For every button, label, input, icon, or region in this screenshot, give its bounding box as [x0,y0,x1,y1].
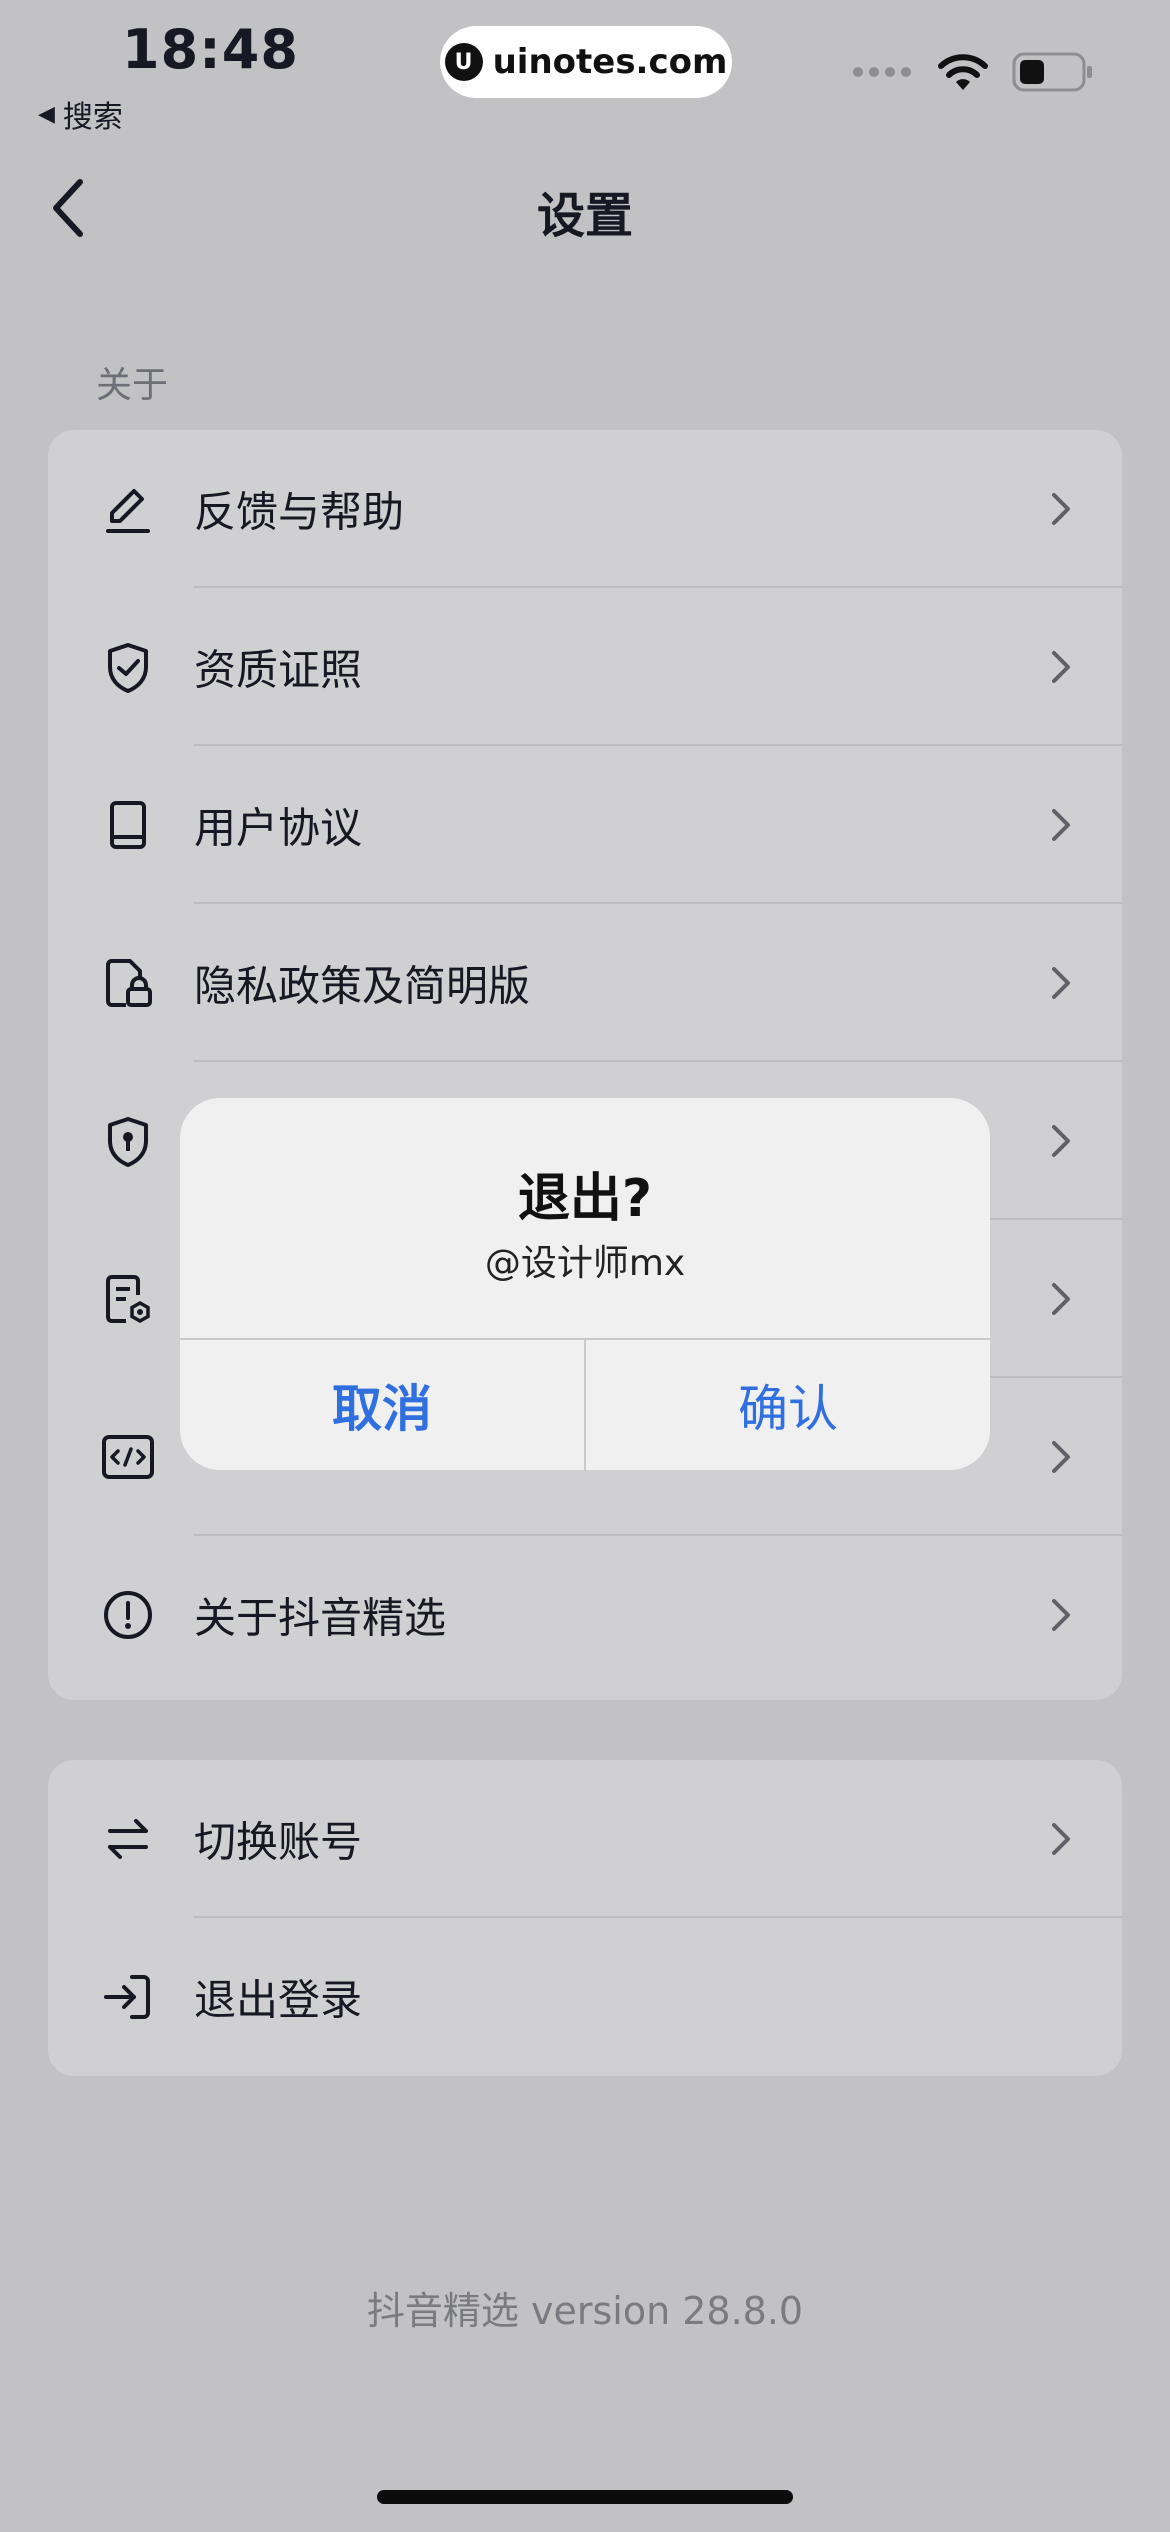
settings-item-label: 隐私政策及简明版 [194,961,531,1011]
settings-item-licenses[interactable]: 资质证照 [48,588,1122,746]
settings-item-about-app[interactable]: 关于抖音精选 [48,1536,1122,1694]
chevron-right-icon [1052,1125,1070,1157]
confirm-button[interactable]: 确认 [586,1340,990,1470]
wifi-icon [938,54,988,90]
settings-item-logout[interactable]: 退出登录 [48,1918,1122,2076]
chevron-right-icon [1052,1283,1070,1315]
shield-key-icon [108,1117,148,1167]
chevron-right-icon [1052,493,1070,525]
settings-item-feedback[interactable]: 反馈与帮助 [48,430,1122,588]
back-to-app[interactable]: ◀ 搜索 [38,92,123,136]
code-icon [102,1435,154,1479]
chevron-right-icon [1052,1441,1070,1473]
settings-item-user-agreement[interactable]: 用户协议 [48,746,1122,904]
site-logo-icon: U [444,43,483,81]
settings-item-label: 切换账号 [194,1817,363,1867]
alert-message: @设计师mx [484,1243,686,1284]
settings-item-label: 反馈与帮助 [194,487,405,537]
about-card: 反馈与帮助 资质证照 用户协议 隐私政策及简明版 关于抖音精选 [48,430,1122,1700]
info-circle-icon [104,1591,152,1639]
cellular-signal-icon [853,67,911,77]
url-text: uinotes.com [492,42,728,82]
url-pill[interactable]: U uinotes.com [440,26,732,98]
doc-gear-icon [106,1275,150,1324]
version-text: 抖音精选 version 28.8.0 [366,2289,804,2333]
chevron-right-icon [1052,967,1070,999]
settings-item-label: 资质证照 [194,645,363,695]
chevron-right-icon [1052,1823,1070,1855]
settings-item-switch-account[interactable]: 切换账号 [48,1760,1122,1918]
account-card: 切换账号 退出登录 [48,1760,1122,2076]
chevron-right-icon [1052,809,1070,841]
chevron-right-icon [1052,651,1070,683]
status-indicators [852,52,1094,92]
settings-item-label: 退出登录 [194,1975,363,2025]
page-title: 设置 [536,188,633,244]
logout-icon [104,1975,150,2019]
pen-icon [106,489,150,533]
cancel-button[interactable]: 取消 [180,1340,584,1470]
settings-item-privacy[interactable]: 隐私政策及简明版 [48,904,1122,1062]
back-triangle-icon: ◀ [38,101,55,127]
home-indicator[interactable] [377,2490,793,2504]
logout-alert-dialog: 退出? @设计师mx 取消 确认 [180,1098,990,1470]
chevron-right-icon [1052,1599,1070,1631]
alert-title: 退出? [517,1169,653,1229]
back-app-label: 搜索 [62,100,123,135]
status-time: 18:48 [122,18,299,81]
battery-icon [1012,52,1092,92]
section-about-label: 关于 [96,365,169,406]
swap-icon [108,1819,148,1859]
shield-check-icon [108,643,148,693]
settings-item-label: 用户协议 [194,803,363,853]
settings-item-label: 关于抖音精选 [194,1593,447,1643]
book-icon [110,801,146,849]
doc-lock-icon [106,959,152,1007]
